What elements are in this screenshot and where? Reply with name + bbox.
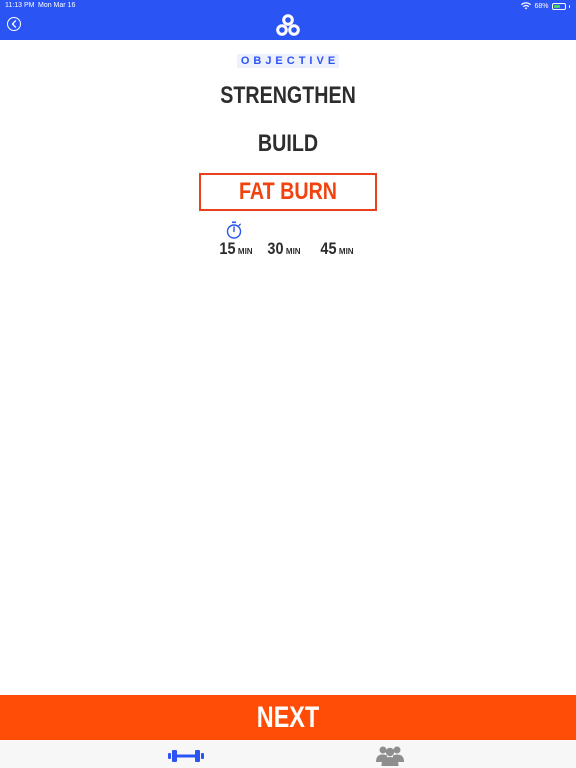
top-bar: 11:13 PM Mon Mar 16 68% — [0, 0, 576, 40]
status-date: Mon Mar 16 — [38, 2, 76, 9]
duration-unit: MIN — [285, 247, 301, 256]
next-button[interactable]: NEXT — [0, 695, 576, 740]
wifi-icon — [521, 2, 532, 10]
objective-option-build[interactable]: BUILD — [52, 130, 524, 158]
duration-value: 30 — [267, 239, 284, 258]
chevron-left-icon — [11, 20, 17, 28]
duration-unit: MIN — [237, 247, 253, 256]
app-logo-icon — [276, 14, 300, 36]
group-icon[interactable] — [376, 744, 404, 766]
battery-fill — [553, 4, 561, 8]
battery-icon — [551, 2, 566, 10]
objective-option-fat-burn[interactable]: FAT BURN — [52, 178, 524, 206]
status-time: 11:13 PM — [5, 2, 35, 9]
duration-30-min[interactable]: 30 MIN — [266, 239, 301, 259]
duration-45-min[interactable]: 45 MIN — [319, 239, 354, 259]
objective-option-strengthen[interactable]: STRENGTHEN — [52, 82, 524, 110]
battery-percent: 68% — [534, 2, 549, 10]
tab-bar — [0, 740, 576, 768]
back-button[interactable] — [7, 17, 21, 31]
battery-tip — [568, 4, 570, 8]
duration-value: 15 — [219, 239, 236, 258]
status-indicators: 68% — [521, 1, 570, 11]
objective-label-text: OBJECTIVE — [236, 54, 340, 68]
duration-15-min[interactable]: 15 MIN — [218, 239, 253, 259]
stopwatch-icon — [226, 221, 242, 239]
duration-unit: MIN — [338, 247, 354, 256]
objective-label: OBJECTIVE — [0, 54, 576, 68]
dumbbell-icon[interactable] — [168, 750, 204, 762]
duration-value: 45 — [320, 239, 337, 258]
next-button-label: NEXT — [256, 700, 320, 734]
